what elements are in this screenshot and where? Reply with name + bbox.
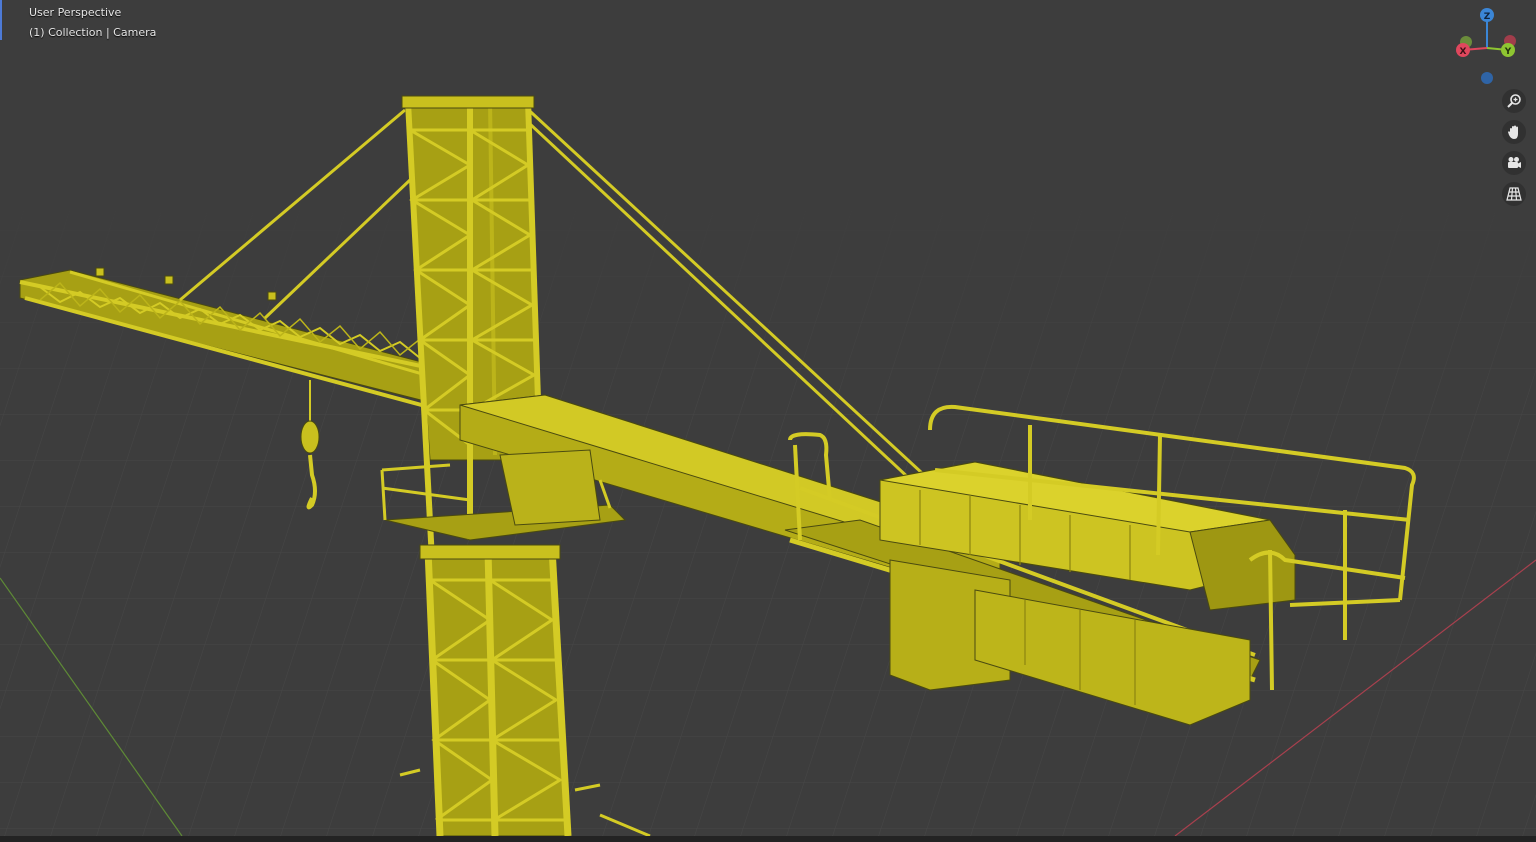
3d-viewport[interactable]: User Perspective (1) Collection | Camera… — [0, 0, 1536, 842]
camera-view-button[interactable] — [1502, 151, 1526, 175]
gizmo-z-label: Z — [1484, 12, 1491, 22]
viewport-bottom-edge — [0, 836, 1536, 842]
camera-view-icon — [1508, 157, 1521, 168]
viewport-view-name: User Perspective — [29, 6, 122, 19]
viewport-header-accent — [0, 0, 2, 40]
viewport-collection-label: (1) Collection | Camera — [29, 26, 157, 39]
ortho-toggle-button[interactable] — [1502, 182, 1526, 206]
gizmo-x-label: X — [1460, 47, 1467, 57]
gizmo-y-label: Y — [1504, 47, 1512, 57]
orthographic-grid-icon — [1506, 187, 1522, 201]
pan-button[interactable] — [1502, 120, 1526, 144]
pan-hand-icon — [1508, 125, 1518, 139]
navigation-gizmo[interactable]: Z Y X — [1446, 4, 1532, 90]
zoom-icon — [1507, 94, 1521, 108]
scene-canvas[interactable] — [0, 0, 1536, 842]
zoom-button[interactable] — [1502, 89, 1526, 113]
gizmo-neg-z-handle — [1481, 72, 1493, 84]
